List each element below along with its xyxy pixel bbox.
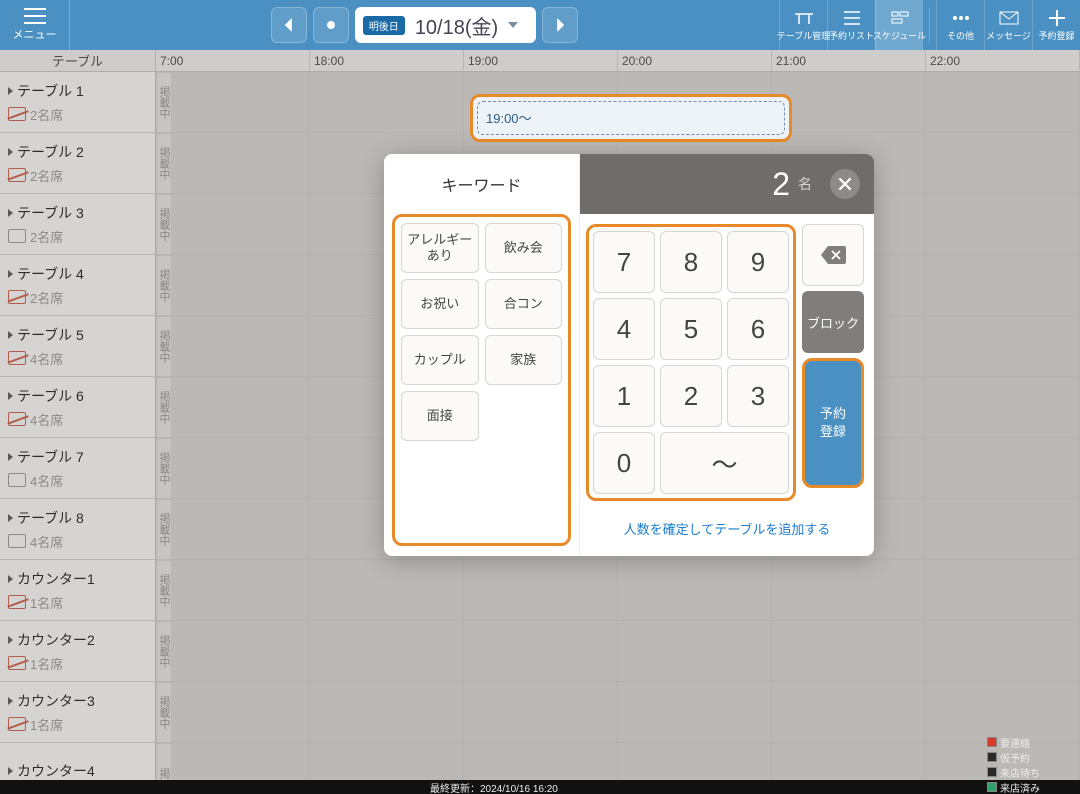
keyword-panel: キーワード アレルギーあり飲み会お祝い合コンカップル家族面接 (384, 154, 580, 556)
dots-icon (950, 9, 972, 27)
time-slot-selection[interactable]: 19:00～ (470, 94, 792, 142)
numpad-key-9[interactable]: 9 (727, 231, 789, 293)
keyword-button[interactable]: 家族 (485, 335, 563, 385)
keyword-title: キーワード (384, 154, 579, 214)
table-icon (793, 9, 815, 27)
last-updated: 最終更新：2024/10/16 16:20 (430, 780, 558, 794)
topbar: メニュー 明後日 10/18(金) テーブル管理 予約リスト スケジュール その… (0, 0, 1080, 50)
hamburger-icon (24, 8, 46, 24)
keyword-button[interactable]: 合コン (485, 279, 563, 329)
keyword-button[interactable]: カップル (401, 335, 479, 385)
nav-table-manage[interactable]: テーブル管理 (779, 0, 827, 50)
legend-item: 要連絡 (987, 735, 1070, 750)
slot-label: 19:00～ (486, 108, 532, 127)
numpad-panel: 2 名 7894561230～ ブロック 予約登録 人数を確定してテーブルを追加… (580, 154, 874, 556)
legend-item: 仮予約 (987, 750, 1070, 765)
nav-message[interactable]: メッセージ (984, 0, 1032, 50)
guest-count-display: 2 名 (580, 154, 874, 214)
nav-reservation-list[interactable]: 予約リスト (827, 0, 875, 50)
menu-button[interactable]: メニュー (0, 0, 70, 50)
numpad-key-2[interactable]: 2 (660, 365, 722, 427)
topbar-center: 明後日 10/18(金) (70, 7, 779, 43)
numpad-key-0[interactable]: 0 (593, 432, 655, 494)
keyword-button[interactable]: 面接 (401, 391, 479, 441)
guest-count-value: 2 (772, 166, 790, 203)
date-badge: 明後日 (363, 16, 405, 35)
nav-schedule[interactable]: スケジュール (875, 0, 923, 50)
keypad-highlight: 789 456 123 0～ (586, 224, 796, 501)
legend-item: 来店待ち (987, 765, 1070, 780)
block-button[interactable]: ブロック (802, 291, 864, 353)
numpad-key-～[interactable]: ～ (660, 432, 789, 494)
numpad-key-7[interactable]: 7 (593, 231, 655, 293)
keyword-button[interactable]: 飲み会 (485, 223, 563, 273)
nav-other[interactable]: その他 (936, 0, 984, 50)
numpad-key-8[interactable]: 8 (660, 231, 722, 293)
today-button[interactable] (313, 7, 349, 43)
next-day-button[interactable] (542, 7, 578, 43)
chevron-down-icon (508, 22, 518, 28)
backspace-icon (819, 244, 847, 266)
numpad-key-3[interactable]: 3 (727, 365, 789, 427)
keyword-button[interactable]: お祝い (401, 279, 479, 329)
numpad-key-1[interactable]: 1 (593, 365, 655, 427)
keyword-button[interactable]: アレルギーあり (401, 223, 479, 273)
close-icon (838, 177, 852, 191)
numpad-key-4[interactable]: 4 (593, 298, 655, 360)
topbar-right: テーブル管理 予約リスト スケジュール その他 メッセージ 予約登録 (779, 0, 1080, 50)
date-text: 10/18(金) (415, 11, 498, 40)
date-picker[interactable]: 明後日 10/18(金) (355, 7, 536, 43)
reservation-popup: キーワード アレルギーあり飲み会お祝い合コンカップル家族面接 2 名 789 45… (384, 154, 874, 556)
schedule-icon (889, 9, 911, 27)
list-icon (841, 9, 863, 27)
backspace-button[interactable] (802, 224, 864, 286)
legend-item: 来店済み (987, 780, 1070, 794)
confirm-reservation-button[interactable]: 予約登録 (802, 358, 864, 488)
prev-day-button[interactable] (271, 7, 307, 43)
nav-new-reservation[interactable]: 予約登録 (1032, 0, 1080, 50)
plus-icon (1046, 9, 1068, 27)
close-button[interactable] (830, 169, 860, 199)
mail-icon (998, 9, 1020, 27)
keyword-grid-highlight: アレルギーあり飲み会お祝い合コンカップル家族面接 (392, 214, 571, 546)
status-bar: 最終更新：2024/10/16 16:20 要連絡 仮予約 来店待ち 来店済み … (0, 780, 1080, 794)
add-table-link[interactable]: 人数を確定してテーブルを追加する (580, 507, 874, 556)
guest-count-unit: 名 (798, 174, 812, 194)
numpad-key-5[interactable]: 5 (660, 298, 722, 360)
numpad-key-6[interactable]: 6 (727, 298, 789, 360)
menu-label: メニュー (13, 26, 57, 42)
